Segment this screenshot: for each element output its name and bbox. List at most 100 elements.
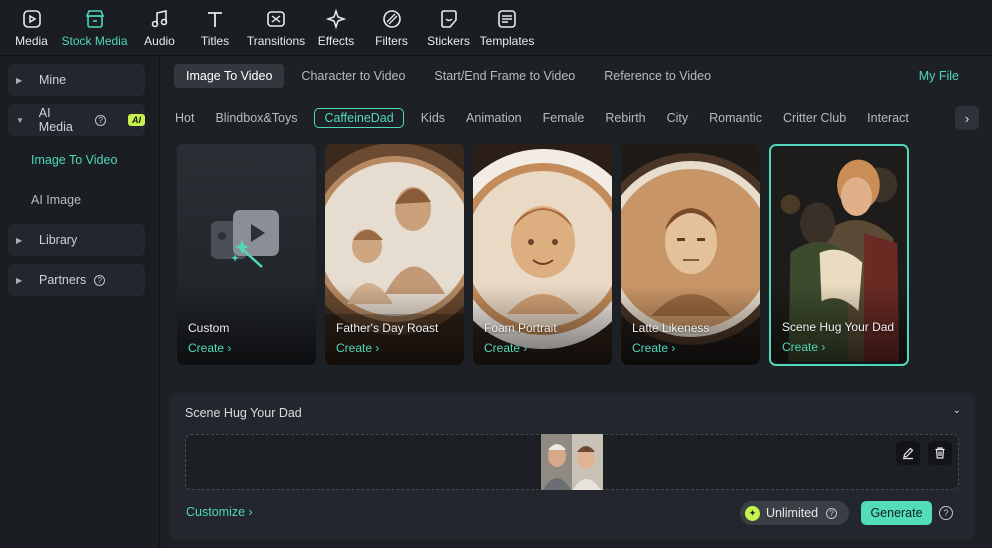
sidebar-item-partners[interactable]: ▶ Partners ?	[8, 264, 145, 296]
tab-start-end-frame-to-video[interactable]: Start/End Frame to Video	[422, 64, 587, 88]
create-link[interactable]: Create ›	[632, 341, 675, 355]
create-link[interactable]: Create ›	[188, 341, 231, 355]
create-label: Create	[188, 341, 225, 355]
panel-title: Scene Hug Your Dad	[185, 406, 302, 420]
customize-link[interactable]: Customize ›	[186, 505, 253, 519]
top-toolbar: Media Stock Media Audio Titles Transitio…	[0, 0, 992, 56]
create-link[interactable]: Create ›	[782, 340, 825, 354]
tab-image-to-video[interactable]: Image To Video	[174, 64, 285, 88]
toolbar-stock-media-label: Stock Media	[61, 34, 128, 48]
template-name: Custom	[188, 321, 230, 335]
help-icon[interactable]: ?	[94, 274, 106, 286]
sidebar-item-partners-label: Partners	[39, 273, 87, 287]
sticker-icon	[440, 10, 457, 28]
category-next-button[interactable]: ›	[955, 106, 979, 130]
sidebar-item-ai-media-label: AI Media	[38, 106, 73, 134]
category-rebirth[interactable]: Rebirth	[605, 108, 645, 128]
toolbar-templates-label: Templates	[479, 34, 535, 48]
ai-badge: AI	[128, 114, 145, 126]
my-file-link[interactable]: My File	[919, 69, 959, 83]
category-city[interactable]: City	[667, 108, 689, 128]
caret-right-icon: ▶	[16, 75, 23, 85]
stock-media-icon	[85, 10, 104, 28]
toolbar-effects[interactable]: Effects	[309, 0, 363, 56]
toolbar-transitions[interactable]: Transitions	[243, 0, 309, 56]
sidebar-item-ai-image-label: AI Image	[31, 193, 82, 207]
category-hot[interactable]: Hot	[175, 108, 194, 128]
create-link[interactable]: Create ›	[336, 341, 379, 355]
uploaded-photo-thumbnail	[541, 434, 603, 490]
tab-character-to-video[interactable]: Character to Video	[289, 64, 417, 88]
sidebar-item-ai-media[interactable]: ▼ AI Media ? AI	[8, 104, 145, 136]
template-name: Scene Hug Your Dad	[782, 320, 895, 334]
template-card-scene-hug-your-dad[interactable]: Scene Hug Your Dad Create ›	[769, 144, 909, 366]
chevron-down-icon[interactable]: ⌄	[953, 405, 961, 416]
template-detail-panel: Scene Hug Your Dad ⌄ Customize › ✦ Unlim…	[169, 393, 975, 540]
sidebar-item-ai-image[interactable]: AI Image	[8, 184, 145, 216]
caret-down-icon: ▼	[16, 115, 24, 125]
sidebar-item-library-label: Library	[39, 233, 78, 247]
toolbar-audio[interactable]: Audio	[132, 0, 187, 56]
template-card-foam-portrait[interactable]: Foam Portrait Create ›	[473, 144, 612, 365]
category-romantic[interactable]: Romantic	[709, 108, 762, 128]
customize-label: Customize	[186, 505, 246, 519]
create-label: Create	[632, 341, 669, 355]
create-label: Create	[782, 340, 819, 354]
toolbar-stickers-label: Stickers	[427, 34, 470, 48]
template-card-custom[interactable]: Custom Create ›	[177, 144, 316, 365]
toolbar-titles[interactable]: Titles	[187, 0, 243, 56]
image-drop-zone[interactable]	[185, 434, 959, 490]
text-t-icon	[208, 12, 222, 27]
caret-right-icon: ▶	[16, 275, 23, 285]
tab-reference-to-video[interactable]: Reference to Video	[592, 64, 723, 88]
toolbar-stock-media[interactable]: Stock Media	[57, 0, 132, 56]
toolbar-audio-label: Audio	[144, 34, 175, 48]
category-kids[interactable]: Kids	[421, 108, 445, 128]
help-icon[interactable]: ?	[939, 506, 953, 520]
edit-button[interactable]	[896, 441, 920, 465]
sidebar: ▶ Mine ▼ AI Media ? AI Image To Video AI…	[0, 57, 160, 548]
toolbar-filters-label: Filters	[375, 34, 408, 48]
toolbar-media-label: Media	[15, 34, 48, 48]
chevron-right-icon: ›	[964, 110, 970, 126]
generate-button[interactable]: Generate	[861, 501, 932, 525]
filter-icon	[382, 10, 401, 28]
media-icon	[22, 10, 41, 28]
sidebar-item-mine[interactable]: ▶ Mine	[8, 64, 145, 96]
help-icon[interactable]: ?	[826, 507, 838, 519]
toolbar-effects-label: Effects	[317, 34, 355, 48]
main-content: Image To Video Character to Video Start/…	[161, 57, 992, 548]
toolbar-transitions-label: Transitions	[246, 34, 306, 48]
trash-icon	[935, 447, 945, 459]
sparkle-icon	[325, 8, 347, 30]
template-name: Father's Day Roast	[336, 321, 439, 335]
category-interact[interactable]: Interact	[867, 108, 909, 128]
toolbar-templates[interactable]: Templates	[477, 0, 537, 56]
toolbar-filters[interactable]: Filters	[363, 0, 420, 56]
template-card-latte-likeness[interactable]: Latte Likeness Create ›	[621, 144, 760, 365]
help-icon[interactable]: ?	[95, 114, 106, 126]
toolbar-titles-label: Titles	[200, 34, 230, 48]
category-critter-club[interactable]: Critter Club	[783, 108, 846, 128]
sidebar-item-mine-label: Mine	[39, 73, 67, 87]
template-cards: Custom Create › Father's Day Roast Creat…	[177, 144, 918, 366]
template-card-fathers-day-roast[interactable]: Father's Day Roast Create ›	[325, 144, 464, 365]
toolbar-stickers[interactable]: Stickers	[420, 0, 477, 56]
category-animation[interactable]: Animation	[466, 108, 522, 128]
category-blindbox-toys[interactable]: Blindbox&Toys	[215, 108, 297, 128]
unlimited-credits-badge[interactable]: ✦ Unlimited ?	[740, 501, 849, 525]
create-label: Create	[336, 341, 373, 355]
category-caffeinedad[interactable]: CaffeineDad	[314, 108, 404, 128]
mode-tabs: Image To Video Character to Video Start/…	[174, 64, 728, 88]
category-bar: Hot Blindbox&Toys CaffeineDad Kids Anima…	[175, 107, 978, 129]
toolbar-media[interactable]: Media	[6, 0, 57, 56]
delete-button[interactable]	[928, 441, 952, 465]
create-link[interactable]: Create ›	[484, 341, 527, 355]
unlimited-label: Unlimited	[766, 506, 819, 520]
template-name: Foam Portrait	[484, 321, 557, 335]
sidebar-item-image-to-video[interactable]: Image To Video	[8, 144, 145, 176]
sidebar-item-library[interactable]: ▶ Library	[8, 224, 145, 256]
templates-icon	[498, 10, 516, 28]
category-female[interactable]: Female	[543, 108, 585, 128]
transitions-icon	[267, 11, 285, 27]
